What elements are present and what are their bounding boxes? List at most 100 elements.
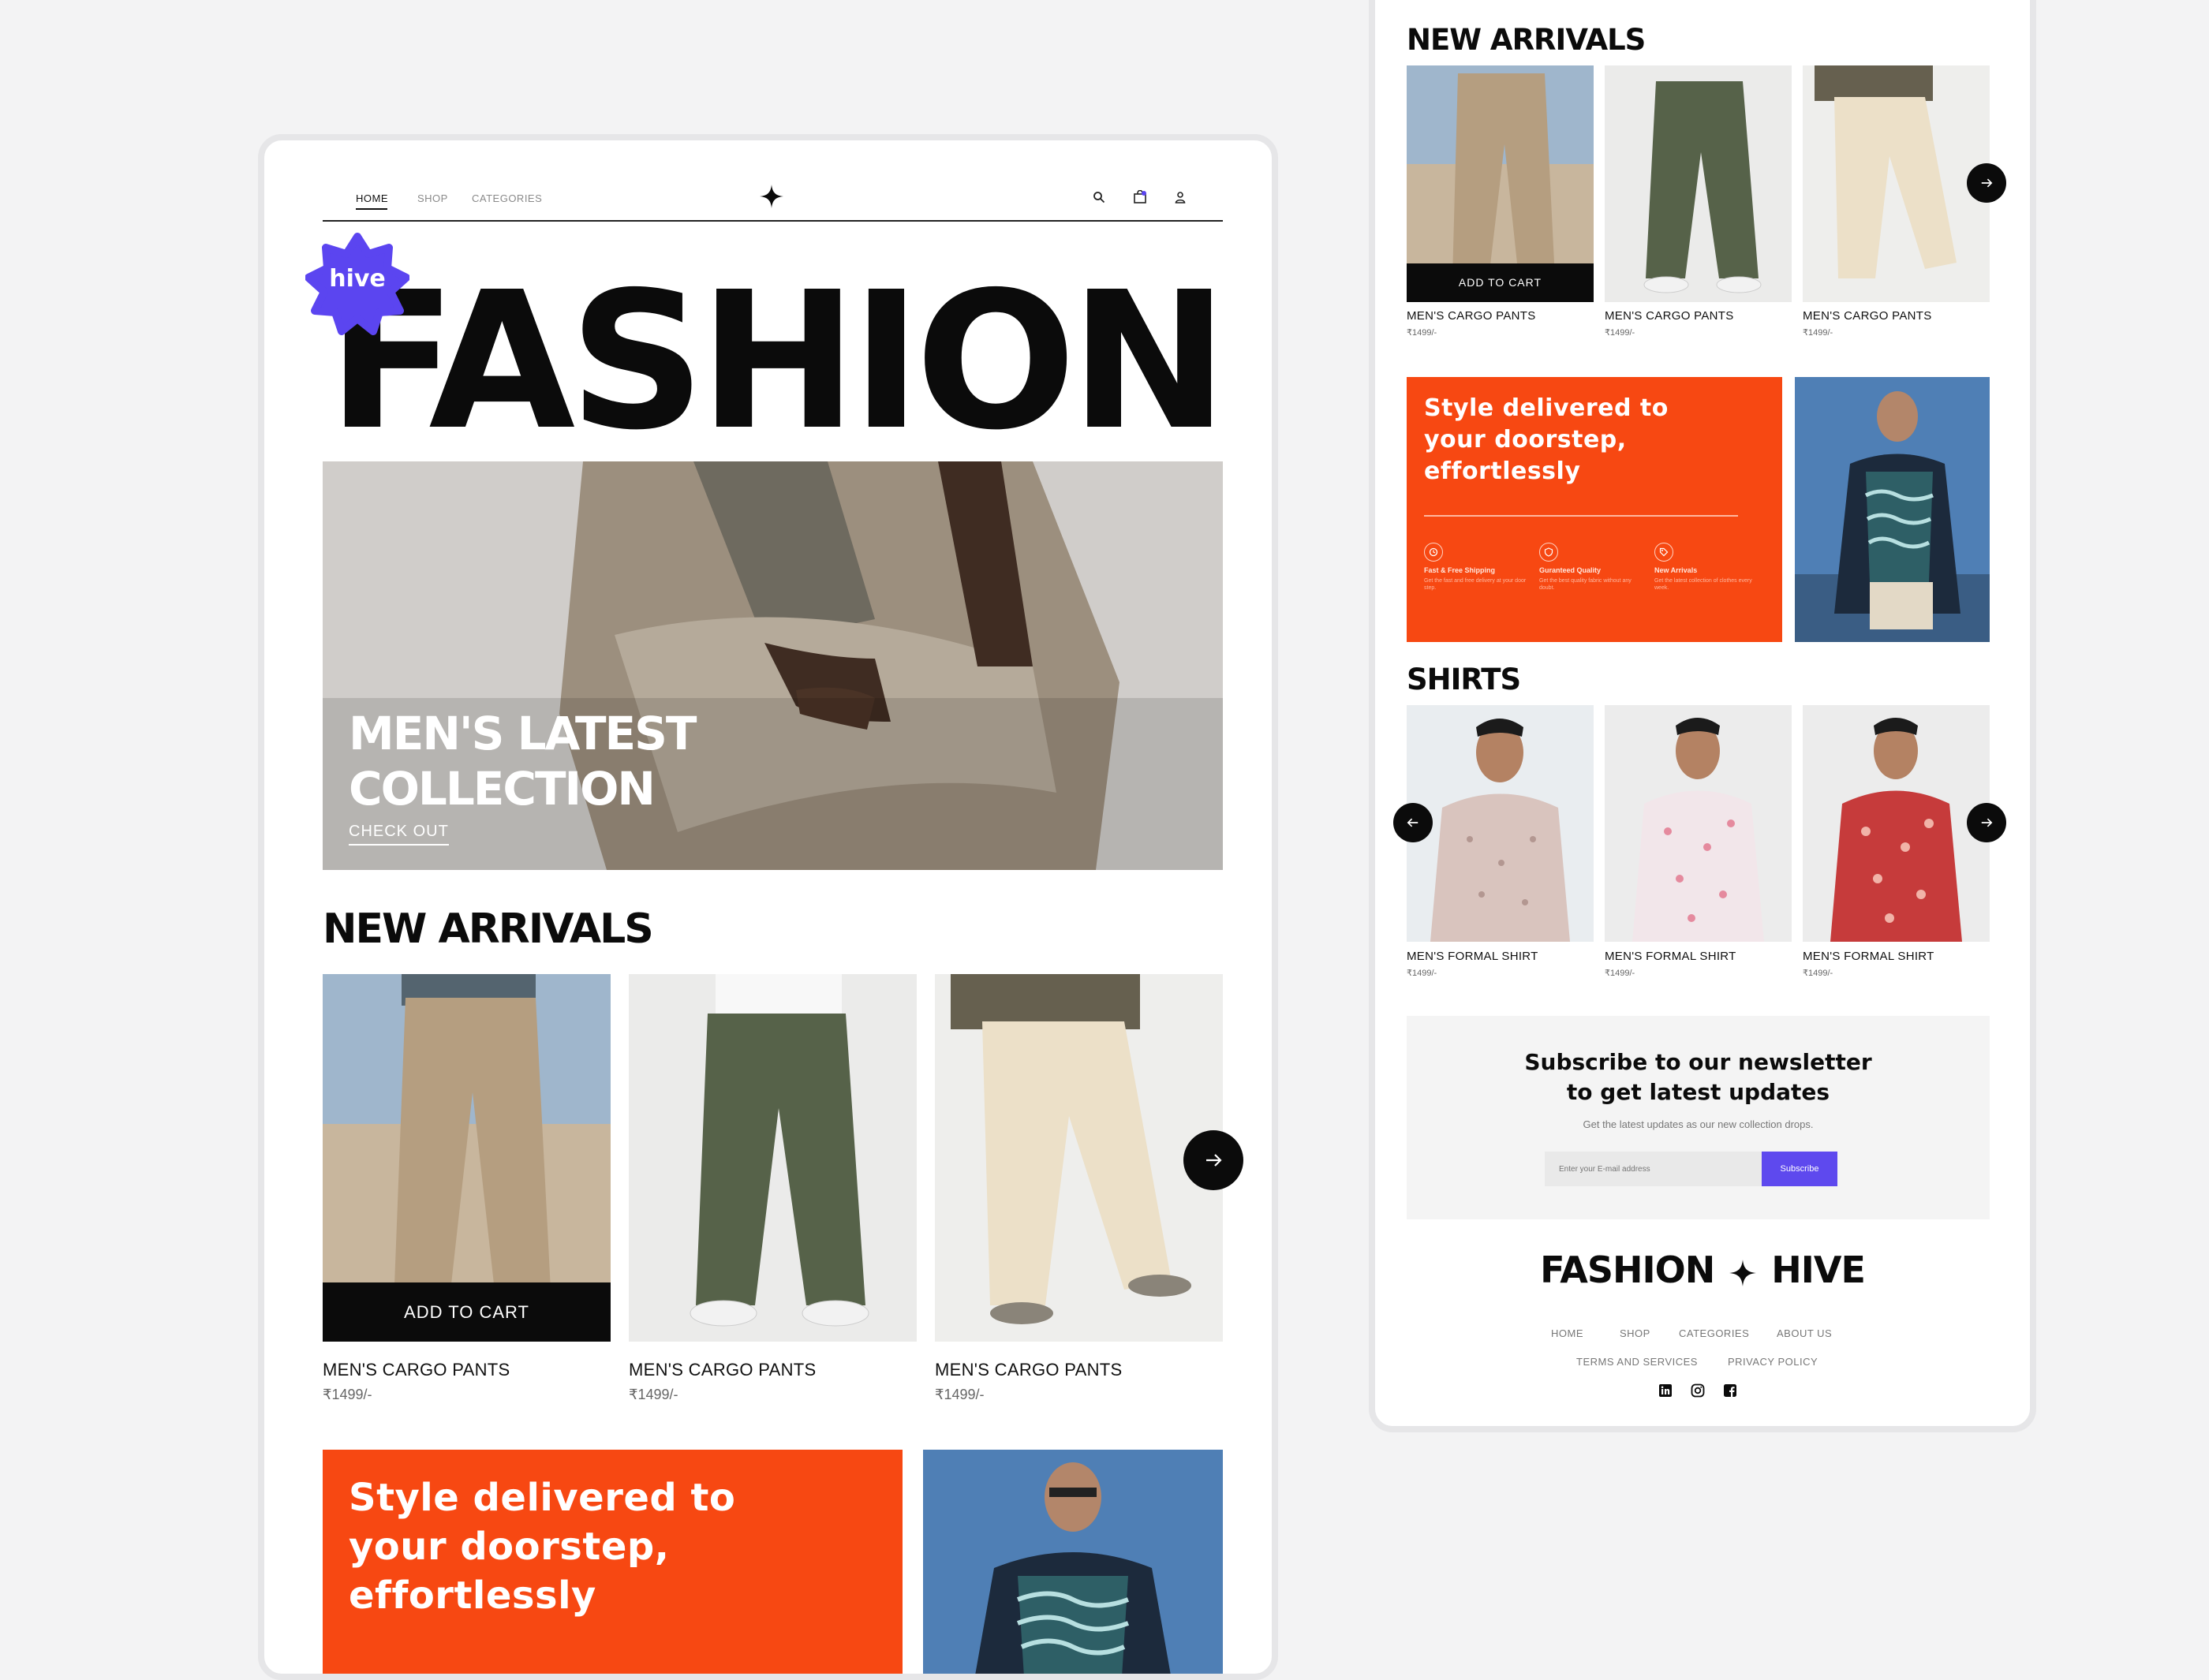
- footer-link-terms[interactable]: TERMS AND SERVICES: [1576, 1356, 1698, 1368]
- hive-badge: hive: [305, 232, 410, 336]
- shirts-title: SHIRTS: [1407, 663, 1521, 696]
- newsletter-title-line1: Subscribe to our newsletter: [1524, 1049, 1872, 1075]
- hero-title-line2: COLLECTION: [349, 762, 656, 816]
- product-name[interactable]: MEN'S FORMAL SHIRT: [1803, 950, 1934, 963]
- promo-line2: your doorstep,: [349, 1525, 670, 1569]
- product-price: ₹1499/-: [1605, 328, 1635, 338]
- shield-icon: [1539, 543, 1558, 562]
- footer-link-categories[interactable]: CATEGORIES: [1679, 1327, 1749, 1339]
- product-card-image[interactable]: [1605, 65, 1792, 302]
- promo-photo: [923, 1450, 1223, 1674]
- subscribe-button[interactable]: Subscribe: [1762, 1152, 1837, 1186]
- product-price: ₹1499/-: [629, 1387, 678, 1402]
- product-price: ₹1499/-: [1803, 328, 1833, 338]
- feature-title: New Arrivals: [1654, 566, 1698, 574]
- nav-home[interactable]: HOME: [356, 192, 388, 204]
- product-card-image[interactable]: [935, 974, 1223, 1342]
- product-price: ₹1499/-: [1407, 328, 1437, 338]
- footer-logo[interactable]: FASHION HIVE: [1375, 1249, 2030, 1291]
- arrow-left-icon: [1407, 818, 1418, 827]
- search-icon[interactable]: [1093, 191, 1105, 203]
- product-name[interactable]: MEN'S CARGO PANTS: [935, 1360, 1122, 1380]
- model-photo: [1795, 377, 1990, 642]
- product-name[interactable]: MEN'S FORMAL SHIRT: [1407, 950, 1538, 963]
- carousel-next-button[interactable]: [1967, 803, 2006, 842]
- product-price: ₹1499/-: [935, 1387, 985, 1402]
- hero-banner[interactable]: MEN'S LATEST COLLECTION CHECK OUT: [323, 461, 1223, 870]
- new-arrivals-title: NEW ARRIVALS: [323, 905, 654, 953]
- promo-divider: [1424, 515, 1738, 517]
- promo-line1: Style delivered to: [349, 1476, 736, 1520]
- add-to-cart-button[interactable]: ADD TO CART: [1407, 263, 1594, 302]
- nav-categories[interactable]: CATEGORIES: [472, 192, 542, 204]
- product-price: ₹1499/-: [1605, 969, 1635, 978]
- check-out-link[interactable]: CHECK OUT: [349, 823, 449, 846]
- promo-headline: Style delivered to your doorstep, effort…: [349, 1473, 735, 1620]
- linkedin-icon[interactable]: [1658, 1383, 1673, 1398]
- feature-quality: Guranteed Quality Get the best quality f…: [1539, 543, 1642, 592]
- product-card-image[interactable]: [1407, 705, 1594, 942]
- feature-shipping: Fast & Free Shipping Get the fast and fr…: [1424, 543, 1527, 592]
- footer-link-home[interactable]: HOME: [1551, 1327, 1583, 1339]
- desktop-preview-frame: HOME SHOP CATEGORIES FASHION hive MEN'S …: [258, 134, 1278, 1680]
- footer-logo-right: HIVE: [1771, 1249, 1866, 1291]
- carousel-next-button[interactable]: [1183, 1130, 1243, 1190]
- shirt-photo: [1605, 705, 1792, 942]
- newsletter-title-line2: to get latest updates: [1566, 1079, 1830, 1105]
- feature-title: Fast & Free Shipping: [1424, 566, 1496, 574]
- product-card-image[interactable]: [1803, 705, 1990, 942]
- sparkle-logo-icon[interactable]: [760, 185, 783, 208]
- footer-logo-left: FASHION: [1540, 1249, 1715, 1291]
- product-name[interactable]: MEN'S CARGO PANTS: [1605, 309, 1734, 323]
- nav-shop[interactable]: SHOP: [417, 192, 448, 204]
- footer-link-shop[interactable]: SHOP: [1620, 1327, 1650, 1339]
- product-price: ₹1499/-: [323, 1387, 372, 1402]
- tag-icon: [1654, 543, 1673, 562]
- cargo-pants-photo: [935, 974, 1223, 1342]
- product-name[interactable]: MEN'S CARGO PANTS: [1803, 309, 1932, 323]
- facebook-icon[interactable]: [1723, 1383, 1737, 1398]
- newsletter-title: Subscribe to our newsletter to get lates…: [1407, 1047, 1990, 1107]
- arrow-right-icon: [1981, 178, 1993, 188]
- feature-desc: Get the best quality fabric without any …: [1539, 578, 1632, 591]
- email-input[interactable]: [1545, 1152, 1762, 1186]
- hero-title: MEN'S LATEST COLLECTION: [349, 706, 697, 816]
- product-name[interactable]: MEN'S CARGO PANTS: [629, 1360, 816, 1380]
- add-to-cart-button[interactable]: ADD TO CART: [323, 1282, 611, 1342]
- model-photo: [923, 1450, 1223, 1674]
- cart-icon[interactable]: [1133, 190, 1147, 204]
- product-price: ₹1499/-: [1803, 969, 1833, 978]
- nav-divider: [323, 220, 1223, 222]
- instagram-icon[interactable]: [1691, 1383, 1705, 1398]
- promo-banner: Style delivered to your doorstep, effort…: [1407, 377, 1782, 642]
- user-icon[interactable]: [1174, 191, 1187, 203]
- hero-fashion-word: FASHION: [327, 251, 1228, 472]
- cargo-pants-photo: [1803, 65, 1990, 302]
- carousel-prev-button[interactable]: [1393, 803, 1433, 842]
- product-name[interactable]: MEN'S CARGO PANTS: [1407, 309, 1536, 323]
- product-card-image[interactable]: [1605, 705, 1792, 942]
- promo-headline: Style delivered to your doorstep, effort…: [1424, 393, 1669, 487]
- feature-desc: Get the latest collection of clothes eve…: [1654, 578, 1752, 591]
- arrow-right-icon: [1206, 1154, 1222, 1167]
- hero-title-line1: MEN'S LATEST: [349, 707, 697, 760]
- product-card-image[interactable]: [629, 974, 917, 1342]
- shirt-photo: [1407, 705, 1594, 942]
- promo-banner: Style delivered to your doorstep, effort…: [323, 1450, 903, 1674]
- carousel-next-button[interactable]: [1967, 163, 2006, 203]
- narrow-preview-frame: NEW ARRIVALS ADD TO CART MEN'S CARGO PAN…: [1369, 0, 2036, 1432]
- promo-photo: [1795, 377, 1990, 642]
- product-card-image[interactable]: [1803, 65, 1990, 302]
- newsletter-subtitle: Get the latest updates as our new collec…: [1583, 1118, 1814, 1130]
- feature-title: Guranteed Quality: [1539, 566, 1602, 574]
- promo-line1: Style delivered to: [1424, 394, 1669, 422]
- arrow-right-icon: [1981, 818, 1993, 827]
- footer-link-privacy[interactable]: PRIVACY POLICY: [1728, 1356, 1818, 1368]
- footer-link-about[interactable]: ABOUT US: [1777, 1327, 1832, 1339]
- product-name[interactable]: MEN'S FORMAL SHIRT: [1605, 950, 1736, 963]
- nav-active-underline: [356, 208, 387, 210]
- cargo-pants-photo: [1605, 65, 1792, 302]
- sparkle-icon: [1729, 1259, 1757, 1286]
- product-price: ₹1499/-: [1407, 969, 1437, 978]
- product-name[interactable]: MEN'S CARGO PANTS: [323, 1360, 510, 1380]
